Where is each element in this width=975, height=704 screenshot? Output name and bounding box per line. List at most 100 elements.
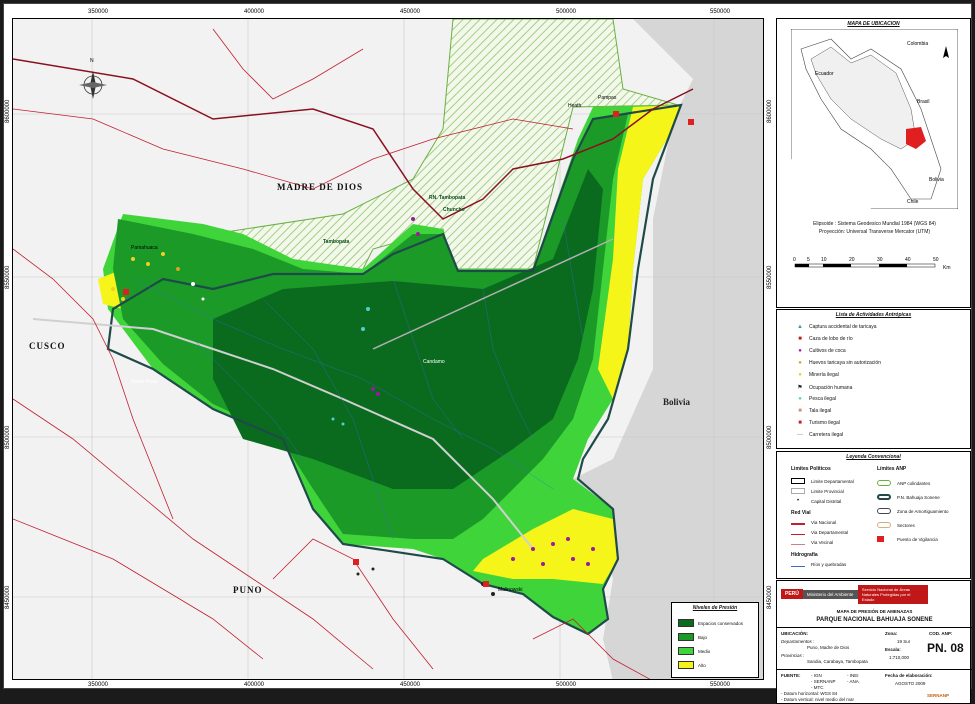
activities-title: Lista de Actividades Antrópicas: [835, 312, 912, 318]
fuente-item: - IGN: [811, 673, 822, 678]
coord-top-1: 350000: [88, 9, 109, 15]
legend-label: Puesto de Vigilancia: [897, 536, 938, 542]
legend-pn-bahuaja: P.N. Bahuaja Sonene: [877, 494, 940, 500]
departamentos-label: Departamentos :: [781, 639, 815, 644]
ubicacion-label: UBICACIÓN:: [781, 631, 808, 636]
legend-label: Limite Departamental: [811, 478, 854, 484]
projection-text: Proyección: Universal Transverse Mercato…: [818, 229, 931, 235]
activity-item: — Carretera ilegal: [795, 432, 843, 438]
fuente-item: - MTC: [811, 685, 824, 690]
coord-top-5: 550000: [710, 9, 731, 15]
pressure-item-alto: Alto: [678, 661, 706, 669]
legend-puesto-vigilancia: Puesto de Vigilancia: [877, 536, 938, 542]
activity-label: Turismo ilegal: [809, 420, 840, 426]
activity-label: Pesca ilegal: [809, 396, 836, 402]
pressure-legend: Niveles de Presión Espacios conservados …: [671, 602, 759, 678]
legend-zona-amortiguamiento: Zona de Amortiguamiento: [877, 508, 949, 514]
road-icon: [791, 531, 805, 535]
sernanp-logo: SERNANP: [927, 693, 950, 698]
pressure-item-conservados: Espacios conservados: [678, 619, 743, 627]
zona-label: Zona:: [885, 631, 898, 636]
legend-rios: Ríos y quebradas: [791, 562, 846, 567]
activity-item: ■ Caza de lobo de río: [795, 336, 853, 342]
scale-bar: [794, 263, 936, 268]
fuente-label: FUENTE:: [781, 673, 801, 678]
pressure-legend-title: Niveles de Presión: [692, 605, 738, 611]
anp-icon: [877, 480, 891, 486]
pressure-label-alto: Alto: [698, 662, 706, 668]
coord-left-4: 8450000: [5, 585, 11, 609]
activity-item: ■ Tala ilegal: [795, 408, 831, 414]
ministerio-badge: Ministerio del Ambiente: [802, 589, 858, 599]
coord-left-3: 8500000: [5, 425, 11, 449]
outline-icon: [791, 488, 805, 494]
post-icon: [877, 536, 884, 542]
divider: [777, 669, 972, 670]
activities-box: Lista de Actividades Antrópicas ▲ Captura…: [776, 309, 971, 449]
activity-item: ● Cultivos de coca: [795, 348, 846, 354]
zona-value: 19 Sur: [897, 639, 911, 644]
outline-icon: [791, 478, 805, 484]
right-panel: MAPA DE UBICACION Colombia Ecuador Brasi…: [776, 18, 972, 704]
road-icon: [791, 541, 805, 545]
legend-via-nacional: Via Nacional: [791, 520, 836, 525]
legend-label: Ríos y quebradas: [811, 562, 847, 567]
legend-limite-provincial: Limite Provincial: [791, 488, 844, 494]
fecha-label: Fecha de elaboración:: [885, 673, 933, 678]
legend-title: Leyenda Convencional: [846, 454, 901, 460]
coord-bottom-5: 550000: [710, 682, 731, 688]
legend-via-departamental: Via Departamental: [791, 530, 848, 535]
fuente-item: - ANA: [847, 679, 859, 684]
coord-right-4: 8450000: [767, 585, 773, 609]
legend-label: Zona de Amortiguamiento: [897, 508, 949, 514]
coord-right-1: 8600000: [767, 99, 773, 123]
road-icon: [791, 521, 805, 525]
river-icon: [791, 563, 805, 567]
legend-via-vecinal: Via Vecinal: [791, 540, 833, 545]
coord-bottom-4: 500000: [556, 682, 577, 688]
swatch-bajo: [678, 633, 694, 641]
coord-top-4: 500000: [556, 9, 577, 15]
cod-anp-label: COD. ANP:: [929, 631, 953, 636]
legend-label: Via Vecinal: [811, 540, 834, 545]
pressure-item-bajo: Bajo: [678, 633, 707, 641]
location-map-box: MAPA DE UBICACION Colombia Ecuador Brasi…: [776, 18, 971, 308]
dot-icon: ●: [798, 348, 802, 354]
swatch-medio: [678, 647, 694, 655]
servicio-badge: Servicio Nacional de Áreas Naturales Pro…: [857, 584, 928, 604]
escala-value: 1:710,000: [889, 655, 910, 660]
activity-label: Caza de lobo de río: [809, 336, 853, 342]
legend-head-anp: Límites ANP: [877, 466, 907, 472]
legend-label: P.N. Bahuaja Sonene: [897, 494, 940, 500]
legend-box: Leyenda Convencional Limites Políticos L…: [776, 451, 971, 579]
legend-label: ANP colindantes: [897, 480, 931, 486]
provincias-label: Provincias :: [781, 653, 805, 658]
cod-anp-value: PN. 08: [927, 641, 964, 655]
coord-right-2: 8550000: [767, 265, 773, 289]
legend-head-redvial: Red Vial: [791, 510, 811, 516]
coord-bottom-2: 400000: [244, 682, 265, 688]
fecha-value: AGOSTO 2009: [895, 681, 926, 686]
legend-limite-departamental: Limite Departamental: [791, 478, 854, 484]
legend-label: Via Departamental: [811, 530, 849, 535]
activity-item: ● Minería ilegal: [795, 372, 839, 378]
pressure-label-bajo: Bajo: [698, 634, 708, 640]
legend-sectores: Sectores: [877, 522, 915, 528]
dot-icon: •: [796, 498, 800, 504]
square-icon: ■: [798, 420, 802, 426]
location-map: [791, 29, 958, 209]
pressure-label-conservados: Espacios conservados: [698, 620, 744, 626]
main-map[interactable]: N MADRE DE DIOS CUSCO PUNO Bolivia RN. T…: [12, 18, 764, 680]
activity-item: ● Huevos taricaya sin autorización: [795, 360, 881, 366]
dot-icon: ●: [798, 396, 802, 402]
legend-label: Via Nacional: [811, 520, 837, 525]
square-icon: ■: [798, 408, 802, 414]
location-map-title: MAPA DE UBICACION: [847, 21, 900, 27]
north-arrow-icon: [79, 71, 107, 99]
activity-item: ● Pesca ilegal: [795, 396, 836, 402]
park-name: PARQUE NACIONAL BAHUAJA SONENE: [816, 617, 933, 623]
peru-badge: PERÚ: [781, 589, 803, 599]
dot-icon: ●: [798, 372, 802, 378]
map-sheet: 350000 400000 450000 500000 550000 35000…: [3, 3, 972, 704]
activity-label: Ocupación humana: [809, 384, 853, 391]
